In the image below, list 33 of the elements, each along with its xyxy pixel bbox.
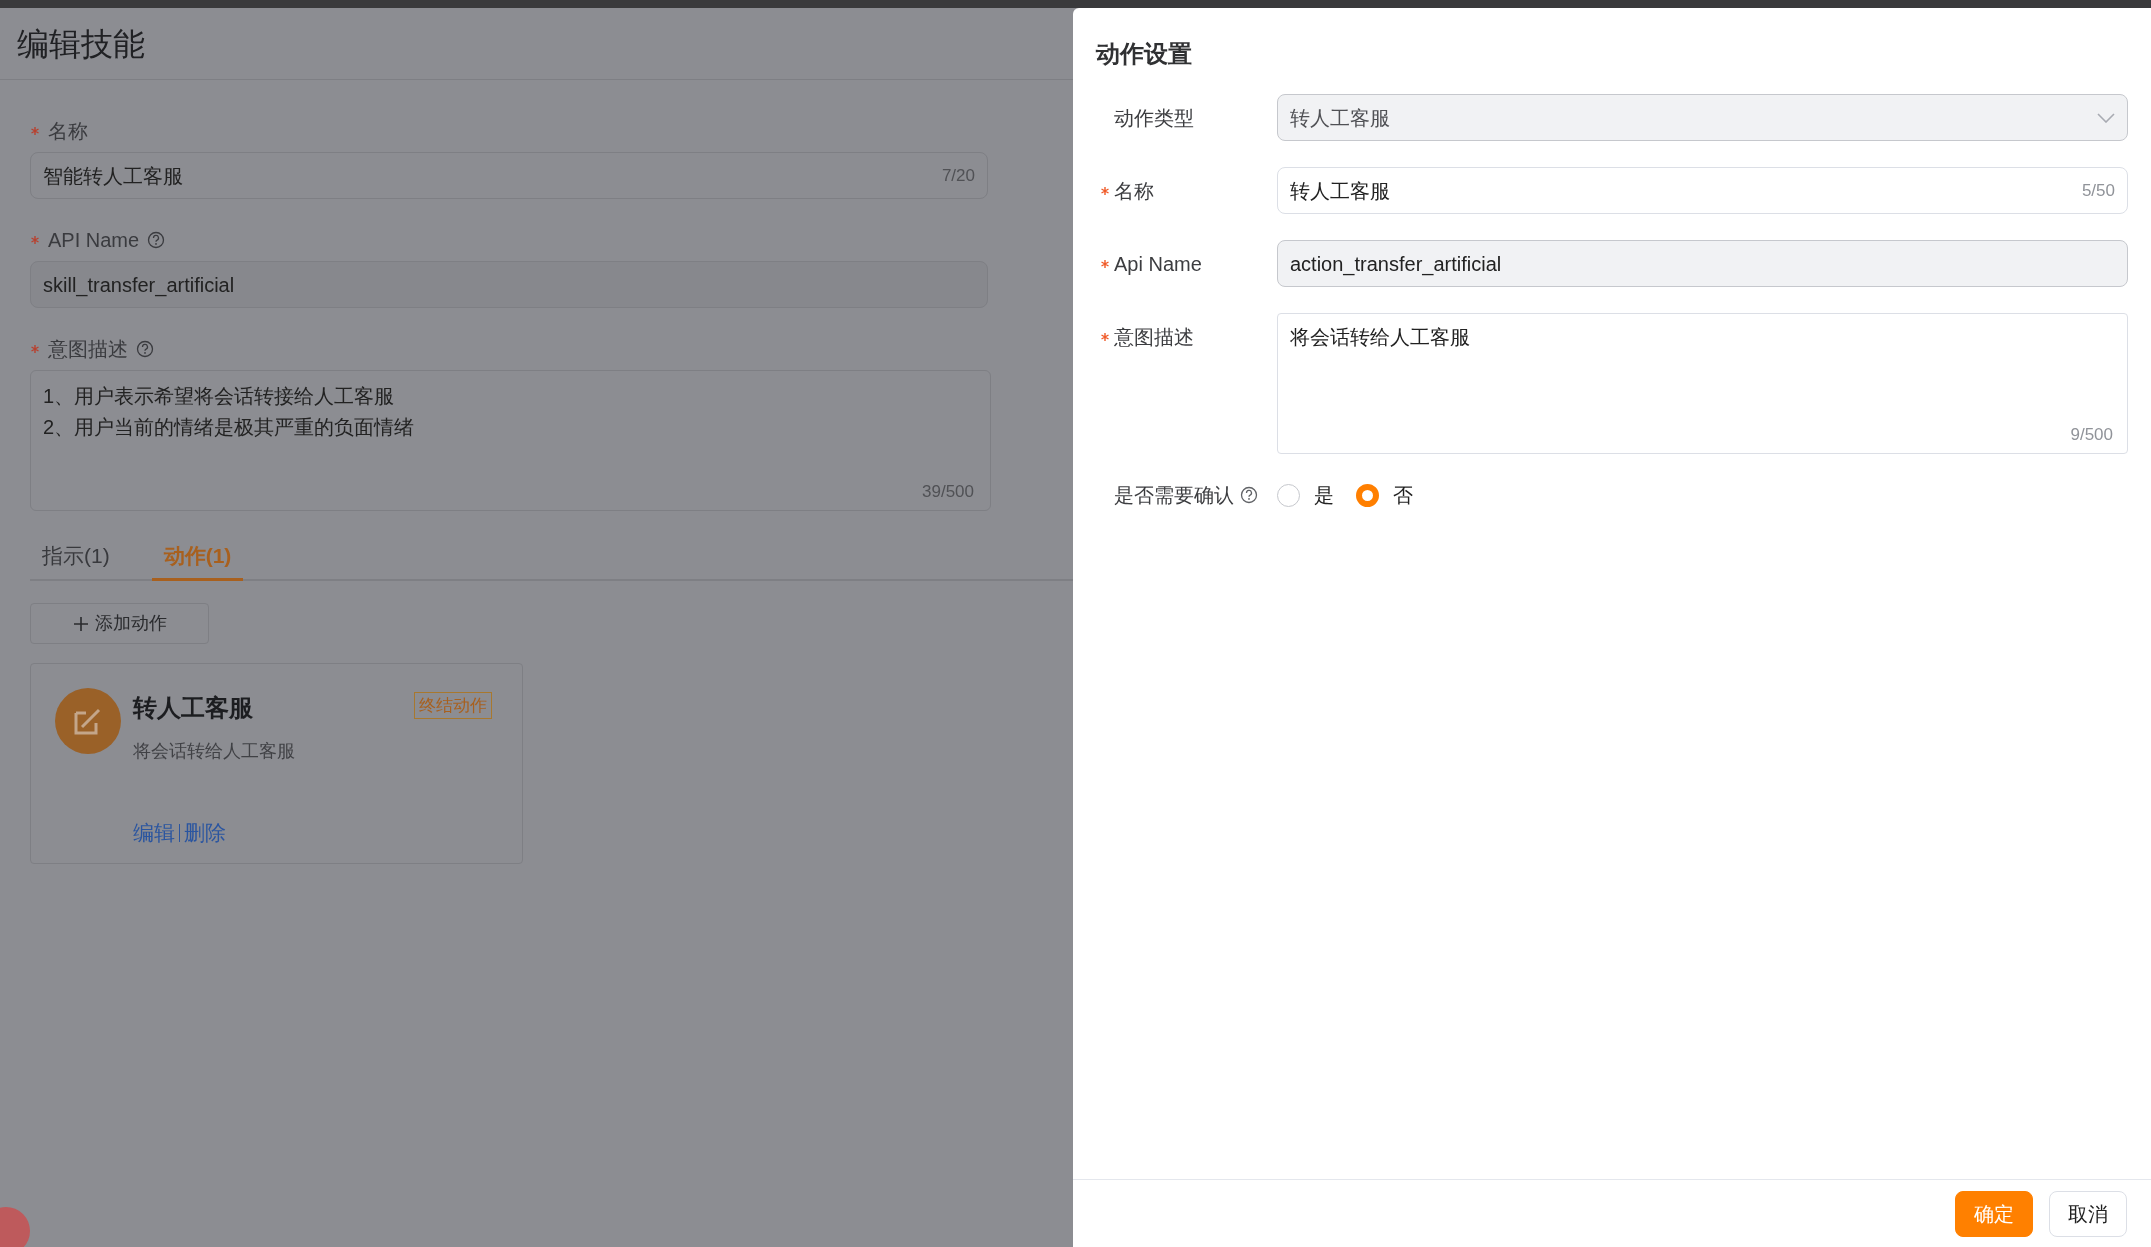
action-tag: 终结动作 <box>414 692 492 719</box>
char-counter: 9/500 <box>2070 423 2113 446</box>
drawer-title: 动作设置 <box>1096 39 1193 69</box>
page-title: 编辑技能 <box>17 24 145 64</box>
text-area[interactable]: 1、用户表示希望将会话转接给人工客服 2、用户当前的情绪是极其严重的负面情绪 39/500 <box>30 370 991 511</box>
field-label: Api Name <box>1114 251 1202 277</box>
field-label: 名称 <box>1114 178 1154 204</box>
text-input[interactable]: 智能转人工客服 7/20 <box>30 152 988 199</box>
field-label: API Name <box>48 228 140 253</box>
confirm-button[interactable]: 确定 <box>1955 1190 2033 1237</box>
chevron-down-icon <box>2097 112 2115 123</box>
text-area[interactable]: 将会话转给人工客服 9/500 <box>1277 313 2128 454</box>
cancel-button[interactable]: 取消 <box>2049 1190 2127 1237</box>
char-counter: 7/20 <box>941 164 975 187</box>
field-label: 名称 <box>48 119 88 144</box>
field-label: 动作类型 <box>1114 105 1194 131</box>
text-input[interactable]: skill_transfer_artificial <box>30 261 988 308</box>
text-input[interactable]: 转人工客服 5/50 <box>1277 167 2128 214</box>
radio-option[interactable]: 否 <box>1356 480 1413 510</box>
tab[interactable]: 指示(1) <box>30 533 122 581</box>
field-label: 是否需要确认 <box>1114 483 1234 508</box>
action-title: 转人工客服 <box>133 693 253 723</box>
edit-avatar-icon <box>55 688 121 754</box>
field-label: 意图描述 <box>48 337 128 362</box>
radio-option[interactable]: 是 <box>1277 480 1334 510</box>
plus-icon <box>72 615 89 632</box>
field-label: 意图描述 <box>1114 324 1194 350</box>
char-counter: 39/500 <box>922 480 974 503</box>
action-description: 将会话转给人工客服 <box>133 740 296 763</box>
text-input[interactable]: action_transfer_artificial <box>1277 240 2128 287</box>
add-action-button[interactable]: 添加动作 <box>30 603 209 644</box>
char-counter: 5/50 <box>2081 179 2115 202</box>
select-field[interactable]: 转人工客服 <box>1277 94 2128 141</box>
